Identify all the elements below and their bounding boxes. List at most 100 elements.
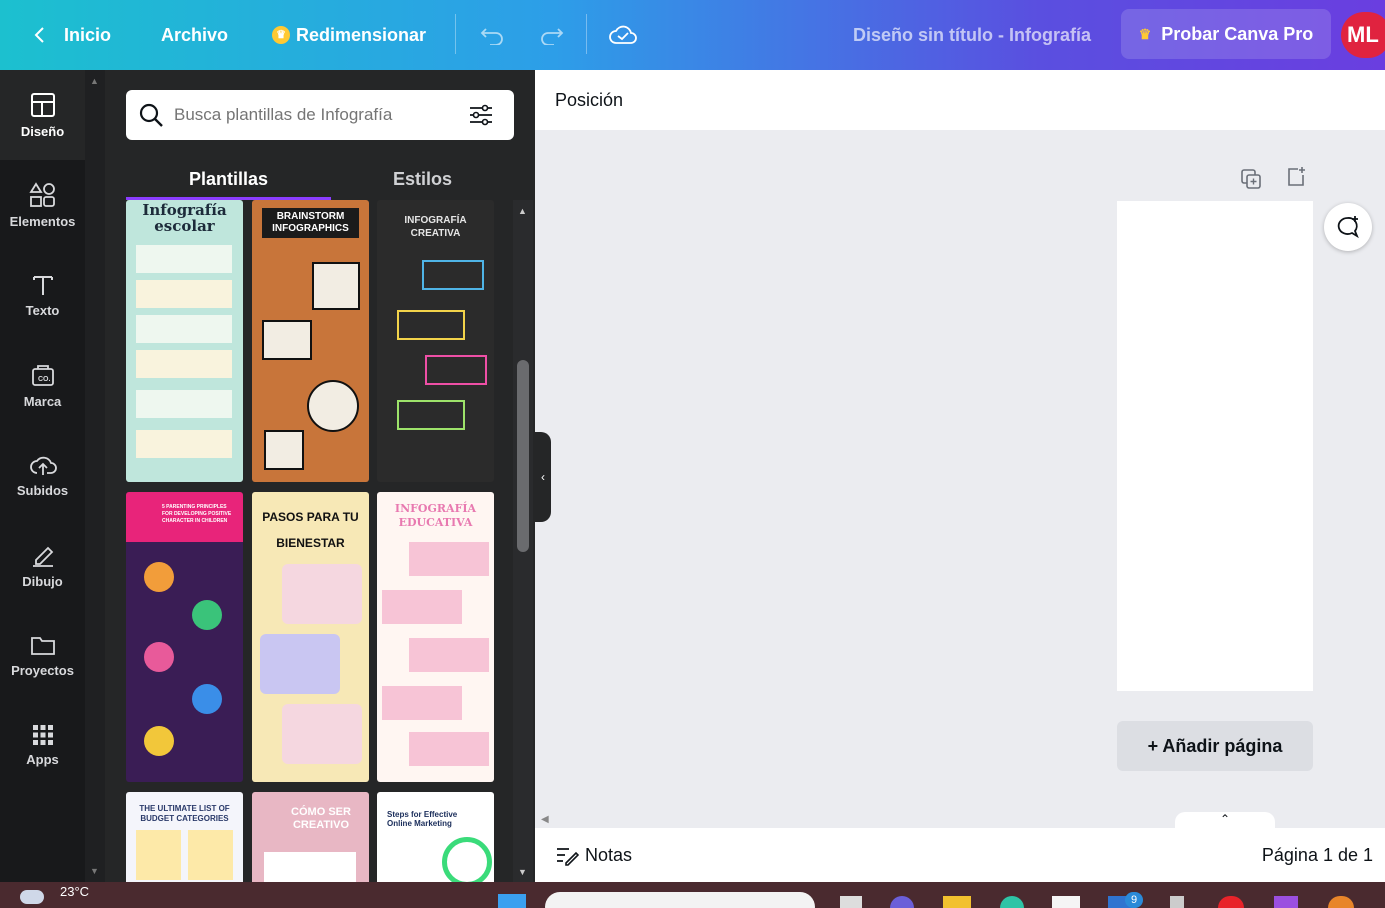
template-card[interactable]: BRAINSTORM INFOGRAPHICS bbox=[252, 200, 369, 482]
apps-grid-icon bbox=[32, 724, 53, 745]
template-block bbox=[260, 634, 340, 694]
template-block bbox=[136, 390, 232, 418]
template-block bbox=[382, 590, 462, 624]
rail-item-apps[interactable]: Apps bbox=[0, 700, 85, 790]
design-page[interactable] bbox=[1117, 201, 1313, 691]
redo-icon bbox=[541, 28, 564, 45]
back-label: Inicio bbox=[64, 24, 112, 45]
add-comment-button[interactable] bbox=[1324, 203, 1372, 251]
app-icon[interactable] bbox=[1274, 896, 1298, 908]
template-block bbox=[136, 315, 232, 343]
template-title: Steps for Effective Online Marketing bbox=[387, 810, 458, 828]
rail-scrollbar[interactable]: ▲ ▼ bbox=[85, 70, 105, 882]
template-card[interactable]: PASOS PARA TU BIENESTAR bbox=[252, 492, 369, 782]
redo-button[interactable] bbox=[538, 0, 564, 70]
template-block bbox=[425, 355, 487, 385]
scroll-left-icon[interactable]: ◀ bbox=[541, 814, 549, 825]
shapes-icon bbox=[28, 181, 55, 207]
template-block bbox=[144, 642, 174, 672]
scroll-thumb[interactable] bbox=[517, 360, 529, 552]
store-icon[interactable] bbox=[1052, 896, 1080, 908]
text-icon bbox=[32, 275, 53, 295]
app-icon[interactable] bbox=[1170, 896, 1184, 908]
templates-panel: ▲ ▼ Plantillas Estilos Infografía escola… bbox=[85, 70, 535, 882]
page-indicator[interactable]: Página 1 de 1 bbox=[1262, 845, 1373, 866]
rail-item-draw[interactable]: Dibujo bbox=[0, 520, 85, 610]
app-icon[interactable] bbox=[1218, 896, 1244, 908]
app-icon[interactable] bbox=[890, 896, 914, 908]
template-card[interactable]: CÓMO SER CREATIVO bbox=[252, 792, 369, 882]
template-card[interactable]: 5 PARENTING PRINCIPLES FOR DEVELOPING PO… bbox=[126, 492, 243, 782]
rail-item-projects[interactable]: Proyectos bbox=[0, 610, 85, 700]
chevron-left-icon: ‹ bbox=[541, 470, 545, 484]
notes-button[interactable]: Notas bbox=[585, 845, 632, 866]
duplicate-page-icon[interactable] bbox=[1240, 168, 1262, 190]
draw-icon bbox=[32, 546, 53, 567]
browser-icon[interactable] bbox=[1000, 896, 1024, 908]
back-button[interactable]: Inicio bbox=[30, 0, 111, 70]
tab-templates[interactable]: Plantillas bbox=[126, 158, 331, 200]
template-block bbox=[422, 260, 484, 290]
template-card[interactable]: INFOGRAFÍA CREATIVA bbox=[377, 200, 494, 482]
undo-button[interactable] bbox=[480, 0, 506, 70]
scroll-down-icon[interactable]: ▼ bbox=[518, 867, 527, 877]
template-block bbox=[442, 837, 492, 882]
windows-start-icon[interactable] bbox=[498, 894, 526, 908]
template-block bbox=[188, 830, 233, 880]
template-block bbox=[409, 732, 489, 766]
template-block bbox=[312, 262, 360, 310]
os-taskbar: 23°C 9 bbox=[0, 882, 1385, 908]
file-menu-button[interactable]: Archivo bbox=[161, 0, 228, 70]
undo-icon bbox=[480, 28, 503, 45]
template-block bbox=[136, 245, 232, 273]
document-title[interactable]: Diseño sin título - Infografía bbox=[853, 0, 1091, 70]
search-input[interactable] bbox=[174, 105, 464, 125]
tab-styles[interactable]: Estilos bbox=[331, 158, 514, 200]
template-card[interactable]: Steps for Effective Online Marketing bbox=[377, 792, 494, 882]
rail-item-elements[interactable]: Elementos bbox=[0, 160, 85, 250]
collapse-panel-button[interactable]: ‹ bbox=[535, 432, 551, 522]
bottom-bar: Notas Página 1 de 1 bbox=[535, 828, 1385, 882]
position-button[interactable]: Posición bbox=[555, 90, 623, 111]
template-block bbox=[264, 430, 304, 470]
taskbar-search[interactable] bbox=[545, 892, 815, 908]
scroll-up-icon[interactable]: ▲ bbox=[518, 206, 527, 216]
scroll-up-icon[interactable]: ▲ bbox=[90, 76, 99, 86]
try-pro-button[interactable]: ♛ Probar Canva Pro bbox=[1121, 9, 1331, 59]
add-page-button[interactable]: + Añadir página bbox=[1117, 721, 1313, 771]
template-title: CÓMO SER CREATIVO bbox=[291, 806, 351, 831]
template-block bbox=[136, 830, 181, 880]
template-card[interactable]: THE ULTIMATE LIST OF BUDGET CATEGORIES bbox=[126, 792, 243, 882]
resize-button[interactable]: ♛ Redimensionar bbox=[272, 0, 426, 70]
filter-icon[interactable] bbox=[468, 104, 494, 126]
canvas-area: Posición ‹ + Añadir página ◀ Notas Págin… bbox=[535, 70, 1385, 882]
folder-icon[interactable] bbox=[943, 896, 971, 908]
crown-icon: ♛ bbox=[272, 26, 290, 44]
notes-icon bbox=[557, 848, 579, 866]
save-status-button[interactable] bbox=[609, 0, 637, 70]
divider bbox=[586, 14, 587, 54]
comment-plus-icon bbox=[1337, 216, 1359, 239]
temperature: 23°C bbox=[60, 884, 90, 899]
rail-item-uploads[interactable]: Subidos bbox=[0, 430, 85, 520]
rail-label: Dibujo bbox=[22, 573, 63, 589]
template-block bbox=[136, 350, 232, 378]
expand-pages-button[interactable]: ⌃ bbox=[1175, 812, 1275, 828]
template-block bbox=[409, 542, 489, 576]
chevron-left-icon bbox=[34, 27, 44, 43]
rail-item-text[interactable]: Texto bbox=[0, 250, 85, 340]
template-card[interactable]: Infografía escolar bbox=[126, 200, 243, 482]
divider bbox=[455, 14, 456, 54]
app-icon[interactable] bbox=[1328, 896, 1354, 908]
rail-item-design[interactable]: Diseño bbox=[0, 70, 85, 160]
add-page-icon[interactable] bbox=[1285, 166, 1307, 188]
rail-item-brand[interactable]: CO. Marca bbox=[0, 340, 85, 430]
avatar[interactable]: ML bbox=[1341, 12, 1385, 58]
template-card[interactable]: INFOGRAFÍA EDUCATIVA bbox=[377, 492, 494, 782]
rail-label: Proyectos bbox=[11, 662, 74, 678]
top-bar: Inicio Archivo ♛ Redimensionar Diseño si… bbox=[0, 0, 1385, 70]
scroll-down-icon[interactable]: ▼ bbox=[90, 866, 99, 876]
template-search[interactable] bbox=[126, 90, 514, 140]
upload-cloud-icon bbox=[29, 456, 57, 475]
app-icon[interactable] bbox=[840, 896, 862, 908]
